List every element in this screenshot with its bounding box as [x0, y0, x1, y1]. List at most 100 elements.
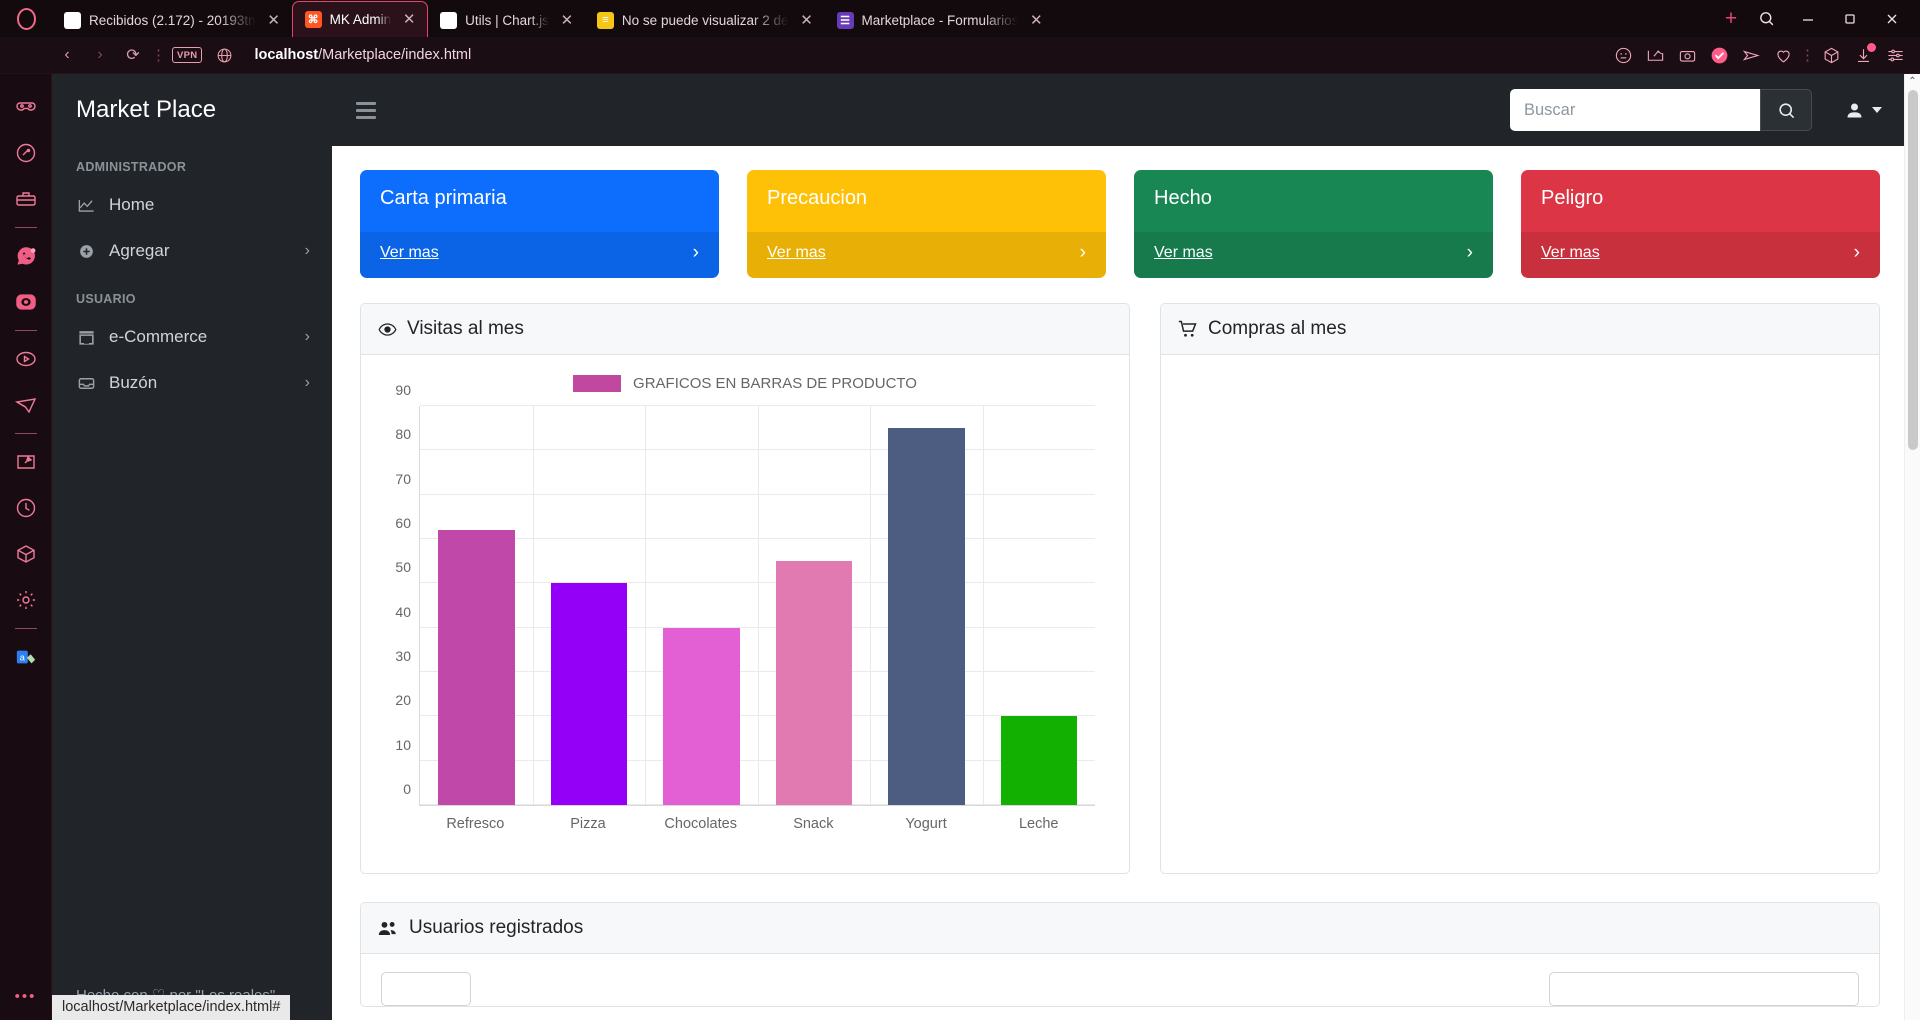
url-path: /Marketplace/index.html	[318, 47, 472, 63]
window-controls	[1746, 0, 1920, 37]
toolbar-more-icon[interactable]: ⋮	[1800, 46, 1815, 64]
minimize-button[interactable]	[1788, 4, 1828, 34]
browser-tab[interactable]: M Recibidos (2.172) - 20193tn ✕	[52, 3, 292, 37]
address-bar: ‹ › ⟳ ⋮ VPN localhost/Marketplace/index.…	[0, 37, 1920, 74]
chart-x-axis-labels: Refresco Pizza Chocolates Snack Yogurt Leche	[419, 816, 1095, 832]
chart-bar-cell	[870, 406, 983, 805]
mk-admin-icon: ⌘	[304, 11, 322, 28]
browser-tab[interactable]: ◉ Utils | Chart.js ✕	[428, 3, 585, 37]
alert-card-hecho[interactable]: Hecho Ver mas ›	[1134, 170, 1493, 278]
telegram-icon[interactable]	[0, 382, 52, 428]
page-length-select[interactable]	[381, 972, 471, 1006]
player-icon[interactable]	[0, 336, 52, 382]
cube-icon[interactable]	[0, 531, 52, 577]
panel-visitas-title: Visitas al mes	[407, 318, 524, 339]
chevron-right-icon: ›	[1853, 242, 1860, 263]
alert-card-footer[interactable]: Ver mas ›	[747, 232, 1106, 278]
gmail-icon: M	[64, 11, 81, 29]
reload-button[interactable]: ⟳	[118, 41, 148, 69]
url-text[interactable]: localhost/Marketplace/index.html	[254, 47, 471, 63]
chart-y-tick: 70	[395, 470, 411, 487]
marketplace-app: Market Place ADMINISTRADOR Home Agregar › US…	[52, 74, 1904, 1020]
new-tab-button[interactable]: +	[1716, 4, 1746, 34]
browser-tab[interactable]: ☰ Marketplace - Formularios ✕	[825, 3, 1055, 37]
chart-bar[interactable]	[550, 583, 627, 805]
back-button[interactable]: ‹	[52, 41, 82, 69]
alert-card-title: Precaucion	[767, 187, 868, 209]
snapshot-icon[interactable]	[1640, 41, 1670, 69]
alert-card-carta-primaria[interactable]: Carta primaria Ver mas ›	[360, 170, 719, 278]
page-scrollbar[interactable]: ⌃	[1904, 74, 1920, 1020]
heart-icon[interactable]	[1768, 41, 1798, 69]
app-brand[interactable]: Market Place	[52, 74, 332, 142]
workspace-icon[interactable]	[0, 176, 52, 222]
close-window-button[interactable]	[1872, 4, 1912, 34]
tab-close-icon[interactable]: ✕	[797, 10, 817, 30]
chart-bar[interactable]	[663, 627, 740, 805]
tab-close-icon[interactable]: ✕	[557, 10, 577, 30]
chart-bars	[420, 406, 1095, 805]
browser-body: a ••• Market Place ADMINISTRADOR Home Agre…	[0, 74, 1920, 1020]
rail-more-dots: •••	[14, 988, 37, 1005]
shield-check-icon[interactable]	[1704, 41, 1734, 69]
search-tabs-icon[interactable]	[0, 130, 52, 176]
opera-logo-icon[interactable]	[0, 0, 52, 37]
alert-card-peligro[interactable]: Peligro Ver mas ›	[1521, 170, 1880, 278]
hamburger-icon[interactable]	[350, 96, 382, 125]
emoji-icon[interactable]	[1608, 41, 1638, 69]
cube-icon[interactable]	[1816, 41, 1846, 69]
chart-bar[interactable]	[888, 428, 965, 805]
rail-more-button[interactable]: •••	[15, 988, 37, 1020]
instagram-icon[interactable]	[0, 279, 52, 325]
chart-bar[interactable]	[1000, 716, 1077, 805]
alert-card-link[interactable]: Ver mas	[1541, 244, 1600, 262]
tab-close-icon[interactable]: ✕	[264, 10, 284, 30]
panel-visitas-body: GRAFICOS EN BARRAS DE PRODUCTO 0 10 20 30 40…	[361, 355, 1129, 873]
camera-icon[interactable]	[1672, 41, 1702, 69]
history-icon[interactable]	[0, 485, 52, 531]
sidebar-item-agregar[interactable]: Agregar ›	[52, 228, 332, 274]
sidebar-item-buz-n[interactable]: Buzón ›	[52, 360, 332, 406]
search-button[interactable]	[1760, 89, 1812, 131]
alert-card-link[interactable]: Ver mas	[1154, 244, 1213, 262]
whatsapp-icon[interactable]	[0, 233, 52, 279]
alert-card-precaucion[interactable]: Precaucion Ver mas ›	[747, 170, 1106, 278]
alert-card-link[interactable]: Ver mas	[380, 244, 439, 262]
browser-window: M Recibidos (2.172) - 20193tn ✕ ⌘ MK Admin ✕ ◉…	[0, 0, 1920, 1020]
tab-title: No se puede visualizar 2 de	[621, 12, 789, 28]
table-search-input[interactable]	[1549, 972, 1859, 1006]
chart-bar[interactable]	[438, 530, 515, 805]
panel-compras: Compras al mes	[1160, 303, 1880, 874]
sidebar-item-label: e-Commerce	[109, 327, 208, 346]
sidebar-item-home[interactable]: Home	[52, 182, 332, 228]
pinboard-icon[interactable]	[0, 439, 52, 485]
send-icon[interactable]	[1736, 41, 1766, 69]
download-icon[interactable]	[1848, 41, 1878, 69]
chart-bar[interactable]	[775, 561, 852, 805]
browser-tab[interactable]: ⌘ MK Admin ✕	[291, 1, 429, 37]
settings-sliders-icon[interactable]	[1880, 41, 1910, 69]
sidebar-rail: a •••	[0, 74, 52, 1020]
sidebar-item-e-commerce[interactable]: e-Commerce ›	[52, 314, 332, 360]
vpn-mask-icon[interactable]	[0, 84, 52, 130]
alert-card-footer[interactable]: Ver mas ›	[1134, 232, 1493, 278]
alert-card-link[interactable]: Ver mas	[767, 244, 826, 262]
chevron-right-icon: ›	[304, 374, 310, 391]
alert-card-footer[interactable]: Ver mas ›	[1521, 232, 1880, 278]
scrollbar-thumb[interactable]	[1908, 90, 1918, 450]
settings-gear-icon[interactable]	[0, 577, 52, 623]
user-menu[interactable]	[1844, 100, 1882, 121]
rail-divider	[14, 628, 37, 629]
tab-close-icon[interactable]: ✕	[399, 10, 419, 30]
scroll-up-arrow[interactable]: ⌃	[1908, 74, 1916, 90]
alert-card-footer[interactable]: Ver mas ›	[360, 232, 719, 278]
maximize-button[interactable]	[1830, 4, 1870, 34]
extension-icon[interactable]: a	[0, 634, 52, 680]
search-input[interactable]	[1510, 89, 1760, 131]
vpn-badge[interactable]: VPN	[172, 47, 203, 63]
chart-legend[interactable]: GRAFICOS EN BARRAS DE PRODUCTO	[377, 369, 1113, 406]
browser-tab[interactable]: ≡ No se puede visualizar 2 de ✕	[585, 3, 825, 37]
forward-button[interactable]: ›	[85, 41, 115, 69]
tab-close-icon[interactable]: ✕	[1026, 10, 1046, 30]
tab-search-button[interactable]	[1746, 4, 1786, 34]
